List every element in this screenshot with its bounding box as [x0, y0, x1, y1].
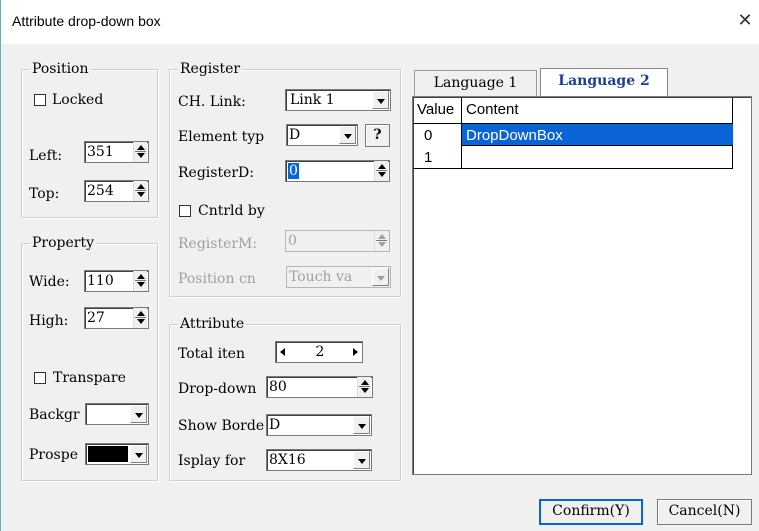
table-row-1-content[interactable]	[462, 146, 733, 169]
high-value: 27	[87, 310, 105, 326]
show-border-value: D	[269, 417, 281, 433]
register-d-spinner[interactable]	[374, 161, 388, 181]
chevron-down-icon	[377, 276, 385, 281]
total-items-value: 2	[315, 344, 325, 360]
prospect-swatch	[88, 446, 128, 462]
total-items-label: Total iten	[178, 346, 245, 362]
tab-language-1[interactable]: Language 1	[414, 70, 537, 96]
element-type-value: D	[289, 127, 301, 143]
cancel-button[interactable]: Cancel(N)	[657, 499, 752, 525]
chevron-down-icon	[358, 424, 366, 429]
position-control-label: Position cn	[178, 271, 256, 287]
attribute-legend: Attribute	[178, 316, 247, 332]
window-title: Attribute drop-down box	[12, 13, 161, 29]
high-spinner[interactable]	[133, 308, 147, 328]
dropdown-length-spinner[interactable]	[357, 377, 371, 397]
position-control-select[interactable]: Touch va	[286, 266, 391, 288]
wide-label: Wide:	[29, 274, 70, 290]
display-font-select[interactable]: 8X16	[266, 449, 372, 471]
high-label: High:	[29, 313, 69, 329]
wide-value: 110	[87, 273, 114, 289]
cntrld-by-label: Cntrld by	[198, 203, 265, 219]
chevron-down-icon	[377, 99, 385, 104]
property-legend: Property	[30, 235, 97, 251]
wide-spinner[interactable]	[133, 271, 147, 291]
dropdown-length-value: 80	[269, 379, 287, 395]
top-value: 254	[87, 183, 114, 199]
prospect-dropdown-button[interactable]	[130, 445, 147, 463]
element-type-select[interactable]: D	[286, 124, 358, 146]
position-control-dropdown-button[interactable]	[372, 268, 389, 286]
prospect-color-picker[interactable]	[85, 443, 149, 465]
left-value: 351	[87, 144, 114, 160]
position-control-value: Touch va	[289, 269, 353, 285]
top-spinner[interactable]	[133, 181, 147, 201]
help-button[interactable]: ?	[365, 124, 390, 147]
display-font-dropdown-button[interactable]	[353, 451, 370, 469]
decrement-arrow-icon[interactable]	[280, 348, 285, 356]
show-border-dropdown-button[interactable]	[353, 416, 370, 434]
dropdown-length-label: Drop-down	[178, 381, 257, 397]
cntrld-by-checkbox[interactable]	[179, 205, 191, 217]
position-legend: Position	[30, 61, 91, 77]
register-m-spinner[interactable]	[374, 231, 388, 251]
attribute-dialog: Attribute drop-down box ✕ Position Locke…	[0, 0, 759, 531]
tab-language-2[interactable]: Language 2	[540, 68, 668, 96]
register-m-label: RegisterM:	[178, 236, 258, 252]
chevron-down-icon	[135, 453, 143, 458]
left-label: Left:	[29, 148, 63, 164]
chevron-down-icon	[135, 413, 143, 418]
register-d-value: 0	[288, 163, 299, 179]
display-font-value: 8X16	[269, 452, 306, 468]
background-color-picker[interactable]	[85, 403, 149, 425]
dropdown-length-input[interactable]: 80	[266, 376, 373, 398]
content-table: Value Content 0 DropDownBox 1	[412, 96, 752, 475]
register-d-label: RegisterD:	[178, 165, 254, 181]
title-bar: Attribute drop-down box ✕	[1, 0, 759, 44]
register-d-input[interactable]: 0	[285, 160, 390, 182]
background-label: Backgr	[29, 407, 80, 423]
background-dropdown-button[interactable]	[130, 405, 147, 423]
wide-input[interactable]: 110	[84, 270, 149, 292]
element-type-dropdown-button[interactable]	[339, 126, 356, 144]
display-font-label: Isplay for	[178, 453, 246, 469]
register-m-value: 0	[288, 233, 297, 249]
left-spinner[interactable]	[133, 142, 147, 162]
close-icon[interactable]: ✕	[734, 9, 756, 33]
total-items-stepper[interactable]: 2	[275, 341, 363, 363]
ch-link-dropdown-button[interactable]	[372, 91, 389, 109]
table-row-0-value[interactable]: 0	[414, 124, 462, 146]
table-row-1-value[interactable]: 1	[414, 146, 462, 169]
high-input[interactable]: 27	[84, 307, 149, 329]
ch-link-select[interactable]: Link 1	[285, 89, 391, 111]
column-header-content[interactable]: Content	[462, 98, 733, 124]
chevron-down-icon	[344, 134, 352, 139]
transparent-checkbox[interactable]	[34, 372, 46, 384]
show-border-select[interactable]: D	[266, 414, 372, 436]
chevron-down-icon	[358, 459, 366, 464]
show-border-label: Show Borde	[178, 418, 265, 434]
top-input[interactable]: 254	[84, 180, 149, 202]
top-label: Top:	[29, 186, 60, 202]
column-header-value[interactable]: Value	[414, 98, 462, 124]
left-input[interactable]: 351	[84, 141, 149, 163]
increment-arrow-icon[interactable]	[353, 348, 358, 356]
confirm-button[interactable]: Confirm(Y)	[539, 499, 643, 525]
register-legend: Register	[178, 61, 243, 77]
background-swatch	[87, 405, 129, 423]
prospect-label: Prospe	[29, 447, 78, 463]
ch-link-value: Link 1	[290, 92, 335, 108]
ch-link-label: CH. Link:	[178, 94, 246, 110]
locked-checkbox[interactable]	[34, 94, 46, 106]
transparent-label: Transpare	[53, 370, 126, 386]
locked-label: Locked	[52, 92, 104, 108]
element-type-label: Element typ	[178, 129, 265, 145]
register-m-input[interactable]: 0	[285, 230, 390, 252]
table-row-0-content[interactable]: DropDownBox	[462, 124, 733, 146]
